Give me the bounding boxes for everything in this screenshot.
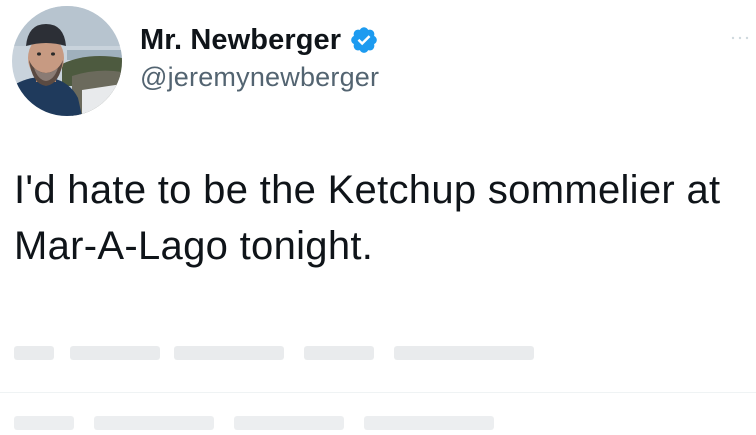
avatar-image [12,6,122,116]
verified-badge-icon [349,25,379,55]
more-options-icon[interactable] [730,30,750,40]
tweet-timestamp-faded [14,332,734,372]
author-handle[interactable]: @jeremynewberger [140,62,379,93]
tweet-text: I'd hate to be the Ketchup sommelier at … [14,168,721,268]
divider [0,392,756,393]
avatar[interactable] [12,6,122,116]
tweet-card: Mr. Newberger @jeremynewberger I'd hate … [0,0,756,430]
tweet-stats-faded [14,404,734,430]
author-name-row[interactable]: Mr. Newberger [140,22,379,58]
display-name[interactable]: Mr. Newberger [140,24,341,57]
